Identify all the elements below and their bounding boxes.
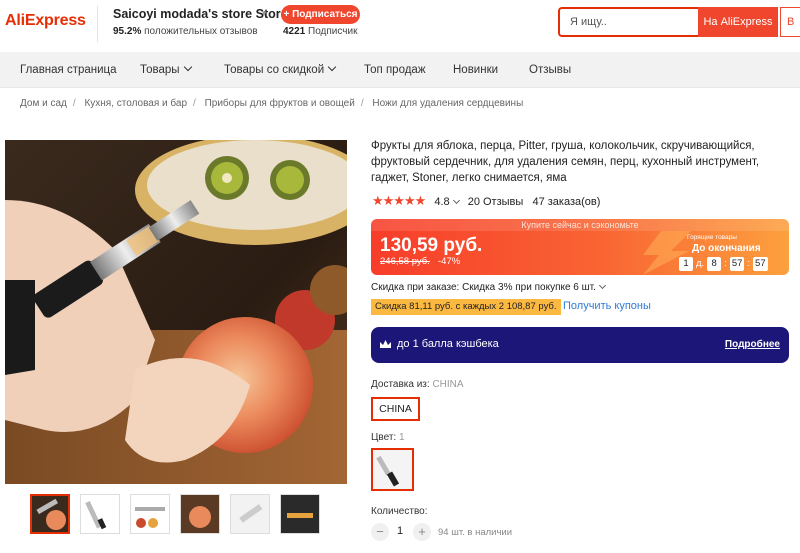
nav-home-label: Главная страница (20, 64, 117, 76)
breadcrumb-separator: / (193, 98, 196, 109)
breadcrumb-item[interactable]: Приборы для фруктов и овощей (205, 98, 355, 109)
discount-percent: -47% (438, 256, 461, 267)
old-price: 246,58 руб. (380, 256, 430, 267)
search-box (558, 7, 698, 37)
bulk-discount-info[interactable]: Скидка при заказе: Скидка 3% при покупке… (371, 281, 611, 293)
quantity-decrease-button[interactable]: − (371, 523, 389, 541)
product-variant-thumbnail (373, 450, 412, 489)
current-price: 130,59 руб. (380, 235, 483, 256)
chevron-down-icon (327, 62, 337, 72)
countdown-seconds: 57 (753, 257, 768, 271)
color-label: Цвет: 1 (371, 432, 405, 443)
orders-count: 47 заказа(ов) (532, 196, 601, 208)
thumbnail-6[interactable] (280, 494, 320, 534)
promo-banner-text: Купите сейчас и сэкономьте (371, 219, 789, 231)
product-main-image[interactable] (5, 140, 347, 484)
nav-top-sales-label: Топ продаж (364, 64, 426, 76)
bulk-discount-text: Скидка при заказе: Скидка 3% при покупке… (371, 282, 596, 293)
countdown-minutes: 57 (729, 257, 745, 271)
reviews-count[interactable]: 20 Отзывы (468, 196, 524, 208)
breadcrumb-separator: / (360, 98, 364, 109)
hot-deal-label: Горящие товары (687, 234, 737, 241)
nav-new-label: Новинки (453, 64, 499, 76)
countdown-days: 1 (679, 257, 693, 271)
quantity-increase-button[interactable]: + (413, 523, 431, 541)
quantity-value[interactable]: 1 (397, 525, 403, 537)
nav-home[interactable]: Главная страница (20, 52, 117, 88)
shipping-label-text: Доставка из: (371, 379, 430, 390)
subscribers-number: 4221 (283, 26, 306, 37)
cashback-more-link[interactable]: Подробнее (725, 339, 780, 350)
stock-available: 94 шт. в наличии (438, 527, 513, 538)
coupon-tag: Скидка 81,11 руб. с каждых 2 108,87 руб. (371, 299, 561, 315)
thumbnail-2[interactable] (80, 494, 120, 534)
store-rating-text: положительных отзывов (144, 26, 258, 37)
star-icon: ★★★★★ (372, 193, 426, 208)
store-dropdown-icon[interactable]: ▾ (262, 8, 267, 19)
product-title: Фрукты для яблока, перца, Pitter, груша,… (371, 140, 760, 184)
store-rating-value: 95.2% (113, 26, 142, 37)
color-label-text: Цвет: (371, 432, 397, 443)
subscribers-count: 4221 Подписчик (283, 26, 357, 37)
rating-row: ★★★★★ 4.8 20 Отзывы 47 заказа(ов) (372, 193, 600, 209)
subscribe-button[interactable]: + Подписаться (281, 5, 360, 24)
countdown-separator: : (747, 258, 751, 269)
breadcrumb-item[interactable]: Кухня, столовая и бар (84, 98, 187, 109)
shipping-from-value: CHINA (432, 379, 464, 390)
color-value: 1 (398, 432, 405, 443)
countdown-hours: 8 (707, 257, 722, 271)
chevron-down-icon (598, 281, 606, 290)
search-store-button[interactable]: В (780, 7, 800, 37)
cashback-text: до 1 балла кэшбека (397, 338, 499, 350)
shipping-option-china[interactable]: CHINA (371, 397, 420, 421)
nav-reviews[interactable]: Отзывы (529, 52, 571, 88)
get-coupons-link[interactable]: Получить купоны (563, 300, 651, 312)
nav-products[interactable]: Товары (140, 52, 192, 88)
nav-new[interactable]: Новинки (453, 52, 498, 88)
search-aliexpress-button[interactable]: На AliExpress (698, 7, 778, 37)
nav-discounted-label: Товары со скидкой (224, 64, 325, 76)
aliexpress-logo[interactable]: AliExpress (5, 12, 86, 30)
breadcrumb-item[interactable]: Дом и сад (20, 98, 67, 109)
store-nav: Главная страница Товары Товары со скидко… (0, 52, 800, 88)
rating-value: 4.8 (434, 196, 450, 208)
top-header: AliExpress Saicoyi modada's store Store … (0, 0, 800, 52)
shipping-from-label: Доставка из: CHINA (371, 379, 464, 390)
countdown-separator: : (724, 258, 727, 269)
subscribers-text: Подписчик (308, 26, 358, 37)
store-rating: 95.2% положительных отзывов (113, 26, 258, 37)
nav-discounted[interactable]: Товары со скидкой (224, 52, 337, 88)
breadcrumb-separator: / (72, 98, 76, 109)
countdown-label: До окончания (692, 243, 761, 254)
breadcrumb: Дом и сад / Кухня, столовая и бар / Прибор… (20, 98, 523, 109)
nav-reviews-label: Отзывы (529, 64, 572, 76)
crown-icon (380, 340, 391, 348)
search-input[interactable] (560, 9, 698, 35)
thumbnail-3[interactable] (130, 494, 170, 534)
countdown-days-label: д. (696, 258, 705, 269)
header-divider (97, 6, 98, 42)
thumbnail-1[interactable] (30, 494, 70, 534)
nav-top-sales[interactable]: Топ продаж (364, 52, 426, 88)
countdown-timer: 1 д. 8:57:57 (679, 257, 768, 271)
chevron-down-icon[interactable] (452, 196, 460, 205)
breadcrumb-item[interactable]: Ножи для удаления сердцевины (372, 98, 523, 109)
price-promo-banner: Купите сейчас и сэкономьте 130,59 руб. 2… (371, 219, 789, 275)
chevron-down-icon (183, 62, 192, 72)
thumbnail-4[interactable] (180, 494, 220, 534)
nav-products-label: Товары (140, 64, 180, 76)
cashback-banner[interactable]: до 1 балла кэшбека Подробнее (371, 327, 789, 363)
quantity-label: Количество: (371, 506, 428, 517)
thumbnail-5[interactable] (230, 494, 270, 534)
color-option-1[interactable] (371, 448, 414, 491)
